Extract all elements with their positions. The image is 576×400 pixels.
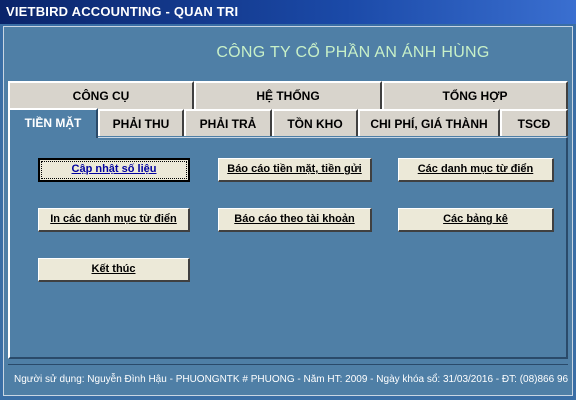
account-report-button[interactable]: Báo cáo theo tài khoản <box>218 208 372 232</box>
tab-phai-tra[interactable]: PHẢI TRẢ <box>184 109 272 136</box>
print-catalog-button[interactable]: In các danh mục từ điển <box>38 208 190 232</box>
tab-panel-tien-mat: Cập nhật số liệu Báo cáo tiền mặt, tiền … <box>8 137 568 359</box>
listings-button[interactable]: Các bảng kê <box>398 208 554 232</box>
tab-he-thong[interactable]: HỆ THỐNG <box>194 81 382 109</box>
cash-report-button[interactable]: Báo cáo tiền mặt, tiền gửi <box>218 158 372 182</box>
title-bar: VIETBIRD ACCOUNTING - QUAN TRI <box>0 0 576 24</box>
tab-ton-kho[interactable]: TỒN KHO <box>272 109 358 136</box>
company-name: CÔNG TY CỔ PHẦN AN ÁNH HÙNG <box>216 44 490 61</box>
tab-tong-hop[interactable]: TỔNG HỢP <box>382 81 568 109</box>
main-frame: CÔNG TY CỔ PHẦN AN ÁNH HÙNG CÔNG CỤ HỆ T… <box>3 26 573 396</box>
update-data-button[interactable]: Cập nhật số liệu <box>38 158 190 182</box>
tab-chi-phi-gia-thanh[interactable]: CHI PHÍ, GIÁ THÀNH <box>358 109 500 136</box>
tab-tien-mat[interactable]: TIỀN MẶT <box>8 108 98 138</box>
catalog-dictionary-button[interactable]: Các danh mục từ điển <box>398 158 554 182</box>
app-window: VIETBIRD ACCOUNTING - QUAN TRI CÔNG TY C… <box>0 0 576 400</box>
status-bar: Người sử dụng: Nguyễn Đình Hậu - PHUONGN… <box>8 364 568 394</box>
tab-tscd[interactable]: TSCĐ <box>500 109 568 136</box>
tab-cong-cu[interactable]: CÔNG CỤ <box>8 81 194 109</box>
tab-phai-thu[interactable]: PHẢI THU <box>98 109 184 136</box>
exit-button[interactable]: Kết thúc <box>38 258 190 282</box>
